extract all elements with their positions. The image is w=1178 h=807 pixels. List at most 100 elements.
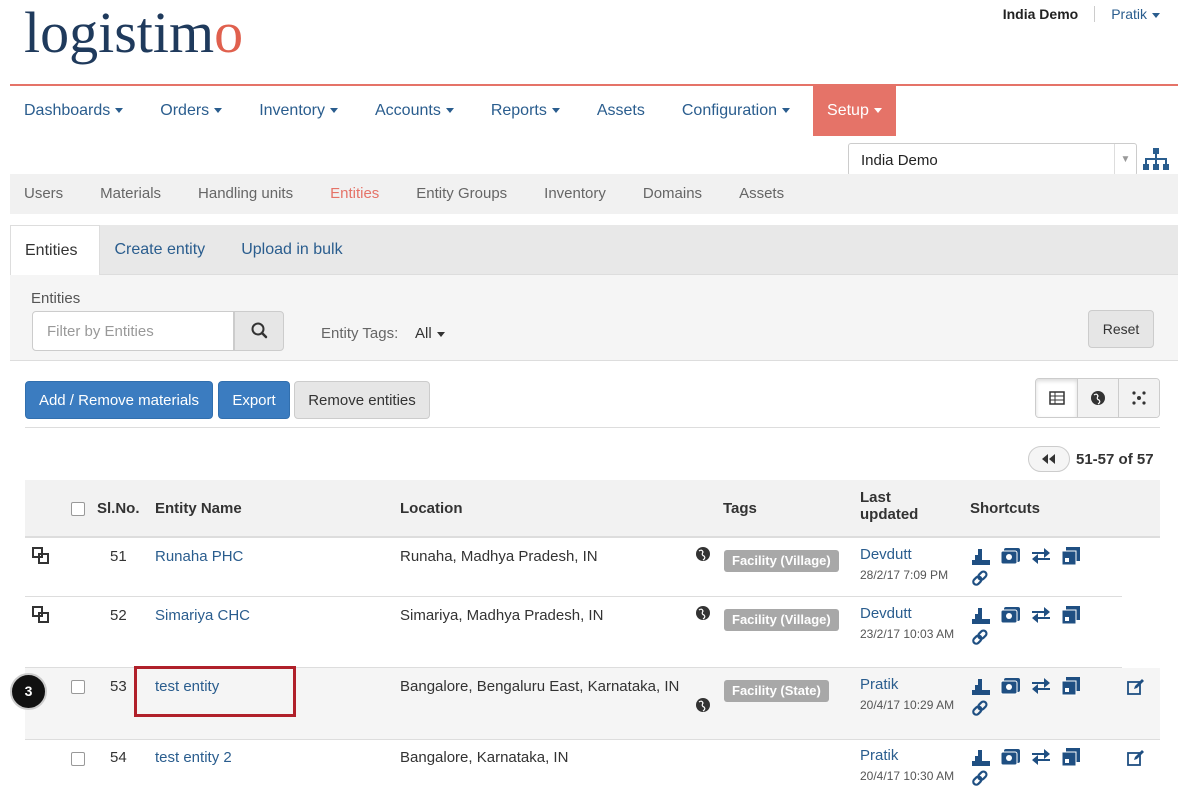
row-checkbox[interactable] [71,752,85,766]
entity-tags-label: Entity Tags: [321,325,399,342]
edit-icon[interactable] [1127,749,1145,767]
first-page-button[interactable] [1028,446,1070,472]
user-menu[interactable]: Pratik [1095,6,1160,22]
domain-select[interactable]: India Demo ▼ [848,143,1137,176]
header-tags: Tags [723,500,757,517]
orders-shortcut-icon[interactable] [1000,747,1022,767]
row-shortcuts [970,605,1082,625]
nav-assets[interactable]: Assets [583,86,659,136]
row-location: Runaha, Madhya Pradesh, IN [400,548,598,565]
updated-by-link[interactable]: Pratik [860,747,898,764]
stock-shortcut-icon[interactable] [1060,747,1082,767]
add-remove-materials-button[interactable]: Add / Remove materials [25,381,213,419]
step-number-badge: 3 [10,673,47,710]
table-row: 52 Simariya CHC Simariya, Madhya Pradesh… [25,597,1122,668]
child-entities-icon[interactable] [31,546,51,566]
header-slno: Sl.No. [97,500,140,517]
globe-icon [1091,391,1105,405]
transfer-shortcut-icon[interactable] [1030,546,1052,566]
tab-entities[interactable]: Entities [10,225,101,275]
subnav-inventory[interactable]: Inventory [530,174,620,214]
chevron-down-icon [214,108,223,114]
updated-by-link[interactable]: Pratik [860,676,898,693]
inventory-shortcut-icon[interactable] [970,546,992,566]
transfer-shortcut-icon[interactable] [1030,747,1052,767]
stock-shortcut-icon[interactable] [1060,605,1082,625]
search-button[interactable] [234,311,284,351]
entity-name-link[interactable]: Runaha PHC [155,548,243,565]
entity-name-link[interactable]: Simariya CHC [155,607,250,624]
table-header: Sl.No. Entity Name Location Tags Last upd… [25,480,1160,538]
subnav-entities[interactable]: Entities [316,174,393,214]
chevron-down-icon [782,108,791,114]
entity-tags-dropdown[interactable]: All [415,325,445,342]
inventory-shortcut-icon[interactable] [970,747,992,767]
tab-upload-bulk[interactable]: Upload in bulk [227,225,364,275]
logistimo-logo: logistimo [24,0,244,65]
nav-reports[interactable]: Reports [477,86,574,136]
subnav-entity-groups[interactable]: Entity Groups [402,174,521,214]
subnav-assets[interactable]: Assets [725,174,798,214]
transfer-shortcut-icon[interactable] [1030,676,1052,696]
nav-setup[interactable]: Setup [813,86,896,136]
topbar: India Demo Pratik [1003,6,1160,22]
header-location: Location [400,500,463,517]
subnav-materials[interactable]: Materials [86,174,175,214]
inventory-shortcut-icon[interactable] [970,676,992,696]
network-view-button[interactable] [1118,379,1159,417]
select-all-checkbox[interactable] [71,502,85,516]
updated-by-link[interactable]: Devdutt [860,605,912,622]
orders-shortcut-icon[interactable] [1000,546,1022,566]
entity-name-link[interactable]: test entity 2 [155,749,232,766]
reset-button[interactable]: Reset [1088,310,1154,348]
globe-icon[interactable] [695,546,711,562]
link-icon[interactable] [970,629,990,647]
stock-shortcut-icon[interactable] [1060,676,1082,696]
filter-panel: Entities Entity Tags: All Reset [10,275,1178,361]
nav-orders[interactable]: Orders [146,86,236,136]
pagination-range: 51-57 of 57 [1076,450,1154,468]
remove-entities-button[interactable]: Remove entities [294,381,430,419]
link-icon[interactable] [970,700,990,718]
export-button[interactable]: Export [218,381,290,419]
last-updated-cell: Devdutt 28/2/17 7:09 PM [860,546,949,582]
nav-accounts[interactable]: Accounts [361,86,468,136]
header-entity-name: Entity Name [155,500,242,517]
nav-dashboards[interactable]: Dashboards [10,86,137,136]
globe-icon[interactable] [695,605,711,621]
inventory-shortcut-icon[interactable] [970,605,992,625]
orders-shortcut-icon[interactable] [1000,676,1022,696]
search-icon [251,322,268,339]
row-slno: 54 [110,749,127,766]
nav-inventory[interactable]: Inventory [245,86,352,136]
row-checkbox[interactable] [71,680,85,694]
filter-box [32,311,234,351]
table-view-button[interactable] [1036,379,1077,417]
nav-configuration[interactable]: Configuration [668,86,804,136]
section-divider [25,427,1160,428]
link-icon[interactable] [970,770,990,788]
row-shortcuts [970,546,1082,566]
subnav-handling-units[interactable]: Handling units [184,174,307,214]
chevron-down-icon [330,108,338,114]
stock-shortcut-icon[interactable] [1060,546,1082,566]
orders-shortcut-icon[interactable] [1000,605,1022,625]
child-entities-icon[interactable] [31,605,51,625]
domain-tree-icon[interactable] [1142,146,1170,174]
subnav-users[interactable]: Users [10,174,77,214]
link-icon[interactable] [970,570,990,588]
map-view-button[interactable] [1077,379,1118,417]
highlight-box [134,666,296,717]
entity-filter-input[interactable] [33,312,223,350]
tab-create-entity[interactable]: Create entity [100,225,227,275]
chevron-down-icon [1152,12,1160,18]
subnav-domains[interactable]: Domains [629,174,716,214]
chevron-down-icon [445,108,454,114]
transfer-shortcut-icon[interactable] [1030,605,1052,625]
entity-tag-badge: Facility (Village) [724,609,839,631]
globe-icon[interactable] [695,697,711,713]
updated-by-link[interactable]: Devdutt [860,546,912,563]
edit-icon[interactable] [1127,678,1145,696]
header-last-updated: Last updated [860,489,919,523]
chevron-down-icon [115,108,124,114]
